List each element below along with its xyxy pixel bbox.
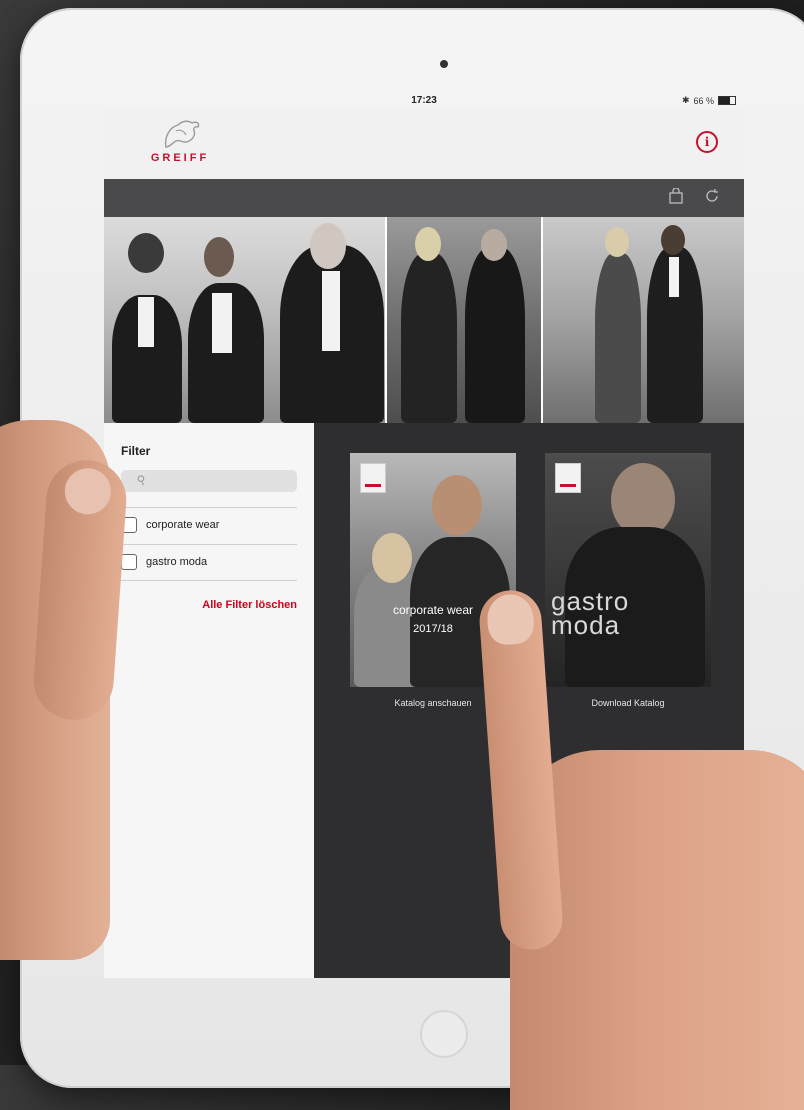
filter-search-input[interactable]: ⚲: [121, 470, 297, 492]
thumb-nail: [63, 466, 113, 516]
pointing-finger: [477, 588, 565, 952]
filter-option-label: gastro moda: [146, 556, 208, 568]
hero-photo-2: [387, 217, 541, 423]
filter-title: Filter: [121, 444, 151, 458]
model-head: [204, 237, 234, 277]
filter-option-label: corporate wear: [146, 519, 220, 531]
clear-filters-link[interactable]: Alle Filter löschen: [202, 599, 297, 611]
filter-panel: Filter ⚲ corporate wear gastro moda Alle…: [104, 423, 314, 978]
finger-nail: [485, 592, 536, 646]
battery-percent: 66 %: [693, 95, 714, 106]
griffin-logo-icon: [164, 120, 200, 148]
battery-icon: [718, 96, 736, 105]
model-shirt: [669, 257, 679, 297]
model-shirt: [138, 297, 154, 347]
greiff-badge-icon: [360, 463, 386, 493]
divider: [121, 580, 297, 581]
info-icon[interactable]: i: [696, 131, 718, 153]
status-bar: 17:23 ✱ 66 %: [104, 93, 744, 109]
home-button[interactable]: [420, 1010, 468, 1058]
refresh-icon[interactable]: [704, 188, 720, 209]
greiff-badge-icon: [555, 463, 581, 493]
logo-text: GREIFF: [150, 152, 210, 164]
model-head: [611, 463, 675, 537]
model-shirt: [212, 293, 232, 353]
front-camera: [440, 60, 448, 68]
model-figure: [465, 247, 525, 423]
model-head: [432, 475, 482, 535]
right-hand: [477, 588, 804, 1110]
hero-photo-1: [104, 217, 385, 423]
filter-option-corporate-wear[interactable]: corporate wear: [121, 510, 297, 540]
model-head: [372, 533, 412, 583]
model-head: [605, 227, 629, 257]
bag-icon[interactable]: [668, 187, 684, 209]
hero-banner: [104, 217, 744, 423]
divider: [121, 544, 297, 545]
model-head: [661, 225, 685, 255]
model-head: [310, 223, 346, 269]
model-head: [481, 229, 507, 261]
checkbox[interactable]: [121, 554, 137, 570]
toolbar: [104, 179, 744, 217]
battery-fill: [719, 97, 730, 104]
search-icon: ⚲: [134, 471, 148, 489]
model-head: [415, 227, 441, 261]
filter-option-gastro-moda[interactable]: gastro moda: [121, 547, 297, 577]
model-head: [128, 233, 164, 273]
divider: [121, 507, 297, 508]
status-time: 17:23: [411, 95, 437, 106]
model-figure: [595, 253, 641, 423]
app-header: GREIFF i: [104, 109, 744, 179]
model-shirt: [322, 271, 340, 351]
bluetooth-icon: ✱: [681, 95, 690, 105]
greiff-logo: GREIFF: [140, 117, 220, 173]
model-figure: [401, 253, 457, 423]
hero-photo-3: [543, 217, 744, 423]
status-right: ✱ 66 %: [682, 95, 736, 106]
